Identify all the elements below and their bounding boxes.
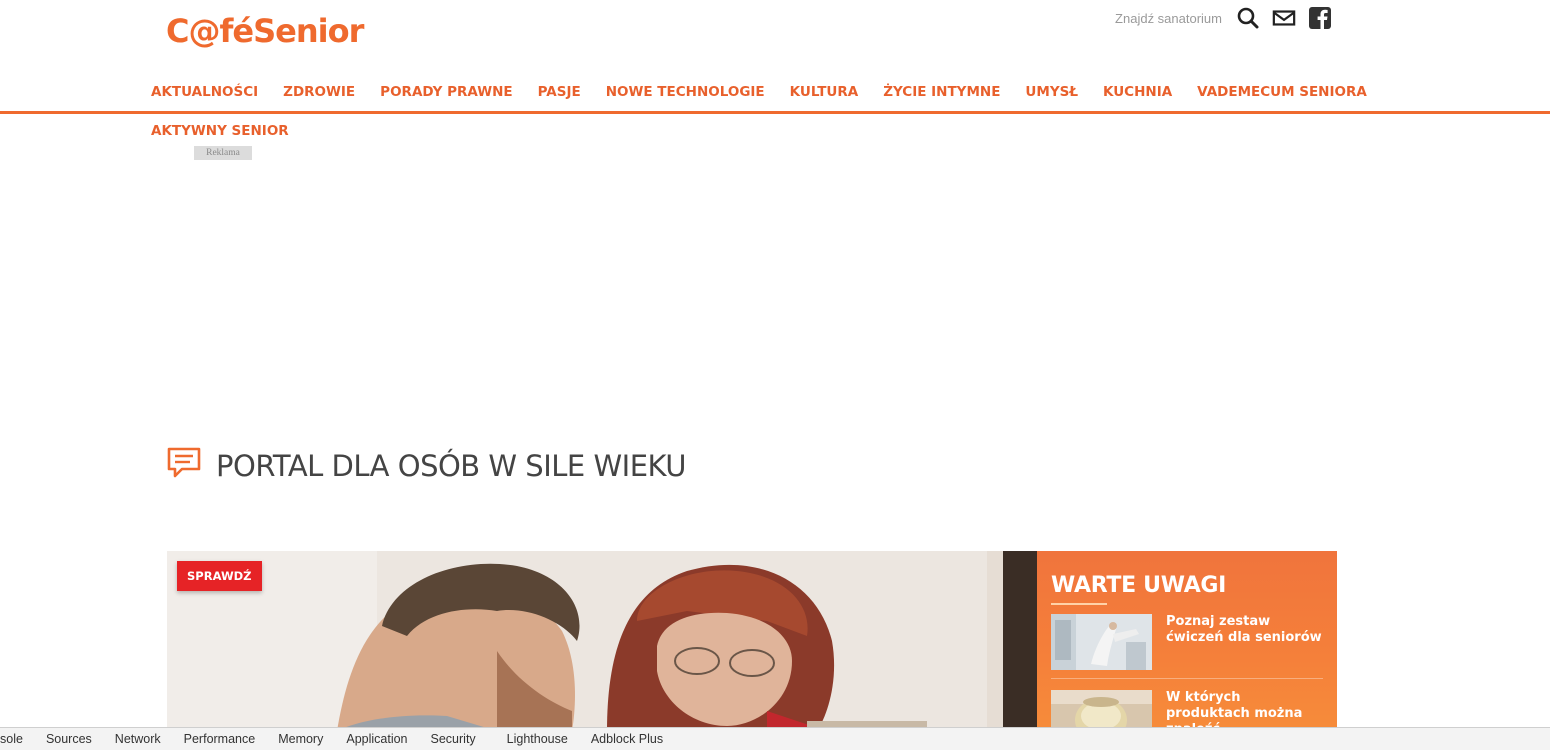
devtools-tab-application[interactable]: Application xyxy=(346,732,407,746)
nav-item-vademecum-seniora[interactable]: VADEMECUM SENIORA xyxy=(1197,84,1367,100)
sidebar-item-title: Poznaj zestaw ćwiczeń dla seniorów xyxy=(1166,614,1322,645)
hero-image xyxy=(167,551,1037,731)
nav-divider xyxy=(0,111,1550,114)
devtools-tab-performance[interactable]: Performance xyxy=(184,732,256,746)
main-nav-row-2: AKTYWNY SENIOR xyxy=(151,122,289,140)
nav-item-aktualnosci[interactable]: AKTUALNOŚCI xyxy=(151,84,258,100)
nav-item-zycie-intymne[interactable]: ŻYCIE INTYMNE xyxy=(883,84,1000,100)
nav-item-umysl[interactable]: UMYSŁ xyxy=(1025,84,1078,100)
nav-item-kultura[interactable]: KULTURA xyxy=(790,84,859,100)
facebook-icon[interactable] xyxy=(1308,6,1332,30)
devtools-tab-console[interactable]: sole xyxy=(0,732,23,746)
sidebar-title-underline xyxy=(1051,603,1107,605)
section-title: PORTAL DLA OSÓB W SILE WIEKU xyxy=(216,448,686,483)
comment-icon xyxy=(166,446,202,485)
devtools-tab-security[interactable]: Security xyxy=(431,732,476,746)
main-nav: AKTUALNOŚCI ZDROWIE PORADY PRAWNE PASJE … xyxy=(151,84,1367,100)
sidebar-item-title: W których produktach można znaleźć xyxy=(1166,690,1303,731)
devtools-tab-sources[interactable]: Sources xyxy=(46,732,92,746)
devtools-tab-bar: sole Sources Network Performance Memory … xyxy=(0,727,1550,750)
site-logo[interactable]: C@féSenior xyxy=(166,12,364,50)
search-icon[interactable] xyxy=(1236,6,1260,30)
nav-item-pasje[interactable]: PASJE xyxy=(538,84,581,100)
nav-item-aktywny-senior[interactable]: AKTYWNY SENIOR xyxy=(151,123,289,139)
devtools-tab-adblock-plus[interactable]: Adblock Plus xyxy=(591,732,663,746)
section-heading: PORTAL DLA OSÓB W SILE WIEKU xyxy=(166,446,686,485)
devtools-tab-network[interactable]: Network xyxy=(115,732,161,746)
find-sanatorium-link[interactable]: Znajdź sanatorium xyxy=(1115,11,1222,26)
nav-item-nowe-technologie[interactable]: NOWE TECHNOLOGIE xyxy=(606,84,765,100)
hero-article[interactable]: SPRAWDŹ xyxy=(167,551,1037,731)
food-thumbnail xyxy=(1051,690,1152,731)
sidebar-title: WARTE UWAGI xyxy=(1051,573,1227,598)
exercise-thumbnail xyxy=(1051,614,1152,670)
ad-label: Reklama xyxy=(194,146,252,160)
devtools-tab-lighthouse[interactable]: Lighthouse xyxy=(507,732,568,746)
nav-item-porady-prawne[interactable]: PORADY PRAWNE xyxy=(380,84,512,100)
nav-item-zdrowie[interactable]: ZDROWIE xyxy=(283,84,355,100)
badge-sprawdz[interactable]: SPRAWDŹ xyxy=(177,561,262,591)
sidebar-separator xyxy=(1051,678,1323,679)
mail-icon[interactable] xyxy=(1272,6,1296,30)
sidebar-item[interactable]: W których produktach można znaleźć xyxy=(1051,690,1326,731)
top-tools: Znajdź sanatorium xyxy=(1115,6,1332,30)
devtools-tab-memory[interactable]: Memory xyxy=(278,732,323,746)
sidebar-item[interactable]: Poznaj zestaw ćwiczeń dla seniorów xyxy=(1051,614,1326,670)
featured-sidebar: WARTE UWAGI Poznaj zestaw ćwiczeń dla se… xyxy=(1037,551,1337,731)
page: C@féSenior Znajdź sanatorium AKTUALNOŚCI… xyxy=(0,0,1550,750)
nav-item-kuchnia[interactable]: KUCHNIA xyxy=(1103,84,1172,100)
